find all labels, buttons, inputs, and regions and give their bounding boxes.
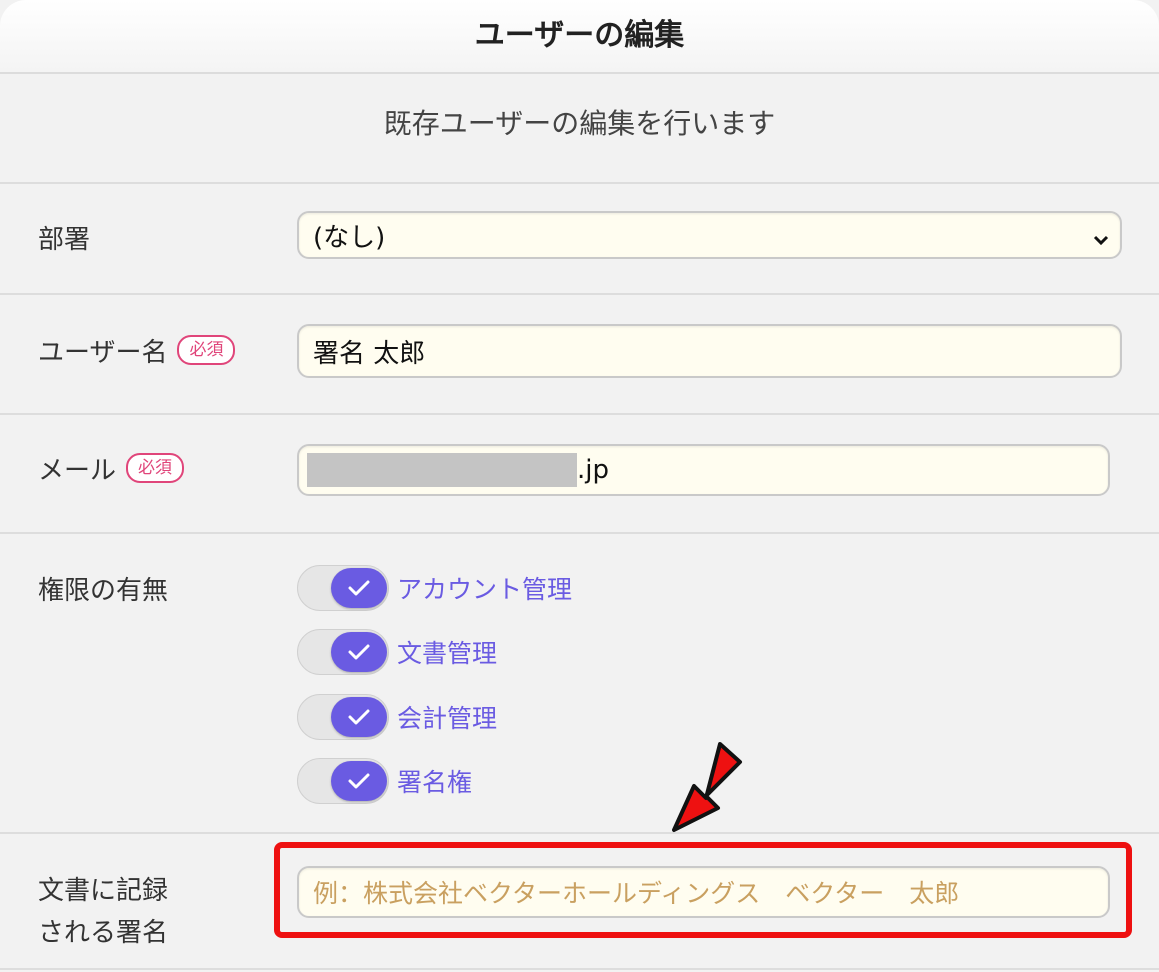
permission-account-toggle[interactable]: アカウント管理 bbox=[297, 564, 572, 612]
divider bbox=[0, 832, 1159, 834]
check-icon bbox=[348, 773, 370, 789]
check-icon bbox=[348, 644, 370, 660]
check-icon bbox=[348, 709, 370, 725]
permission-document-toggle[interactable]: 文書管理 bbox=[297, 628, 497, 676]
required-badge: 必須 bbox=[126, 453, 185, 483]
toggle-switch[interactable] bbox=[297, 758, 389, 804]
permissions-label: 権限の有無 bbox=[38, 570, 168, 606]
signature-label-line2: される署名 bbox=[38, 918, 169, 948]
permission-signature-toggle[interactable]: 署名権 bbox=[297, 757, 472, 805]
divider bbox=[0, 968, 1159, 970]
redacted-email bbox=[307, 453, 577, 487]
divider bbox=[0, 413, 1159, 415]
department-label-text: 部署 bbox=[38, 224, 91, 255]
permission-label[interactable]: 会計管理 bbox=[397, 699, 497, 735]
dialog-title: ユーザーの編集 bbox=[0, 0, 1159, 74]
dialog-subtitle: 既存ユーザーの編集を行います bbox=[383, 107, 776, 140]
permission-label[interactable]: 署名権 bbox=[397, 763, 472, 799]
permission-accounting-toggle[interactable]: 会計管理 bbox=[297, 693, 497, 741]
username-input[interactable]: 署名 太郎 bbox=[297, 324, 1122, 378]
divider bbox=[0, 182, 1159, 184]
toggle-switch[interactable] bbox=[297, 565, 389, 611]
permission-label[interactable]: アカウント管理 bbox=[397, 570, 572, 606]
department-label: 部署 bbox=[38, 220, 91, 255]
department-select-value: (なし) bbox=[313, 222, 386, 253]
toggle-knob bbox=[331, 697, 387, 737]
divider bbox=[0, 293, 1159, 295]
email-label-text: メール bbox=[38, 455, 117, 486]
toggle-switch[interactable] bbox=[297, 694, 389, 740]
signature-label-line1: 文書に記録 bbox=[38, 876, 169, 906]
check-icon bbox=[348, 580, 370, 596]
toggle-knob bbox=[331, 761, 387, 801]
email-label: メール 必須 bbox=[38, 450, 185, 486]
username-label-text: ユーザー名 bbox=[38, 337, 168, 368]
signature-label: 文書に記録 される署名 bbox=[38, 870, 168, 954]
username-input-value: 署名 太郎 bbox=[313, 338, 426, 369]
required-badge: 必須 bbox=[177, 335, 236, 365]
toggle-switch[interactable] bbox=[297, 629, 389, 675]
permissions-label-text: 権限の有無 bbox=[38, 575, 169, 606]
username-label: ユーザー名 必須 bbox=[38, 332, 236, 368]
email-input-suffix: .jp bbox=[577, 455, 609, 485]
toggle-knob bbox=[331, 632, 387, 672]
highlight-box bbox=[274, 842, 1132, 938]
email-input[interactable]: .jp bbox=[297, 444, 1110, 496]
divider bbox=[0, 532, 1159, 534]
red-arrow-icon bbox=[672, 742, 742, 832]
toggle-knob bbox=[331, 568, 387, 608]
department-select[interactable]: (なし) bbox=[297, 211, 1122, 259]
permission-label[interactable]: 文書管理 bbox=[397, 634, 497, 670]
chevron-down-icon bbox=[1092, 226, 1110, 246]
